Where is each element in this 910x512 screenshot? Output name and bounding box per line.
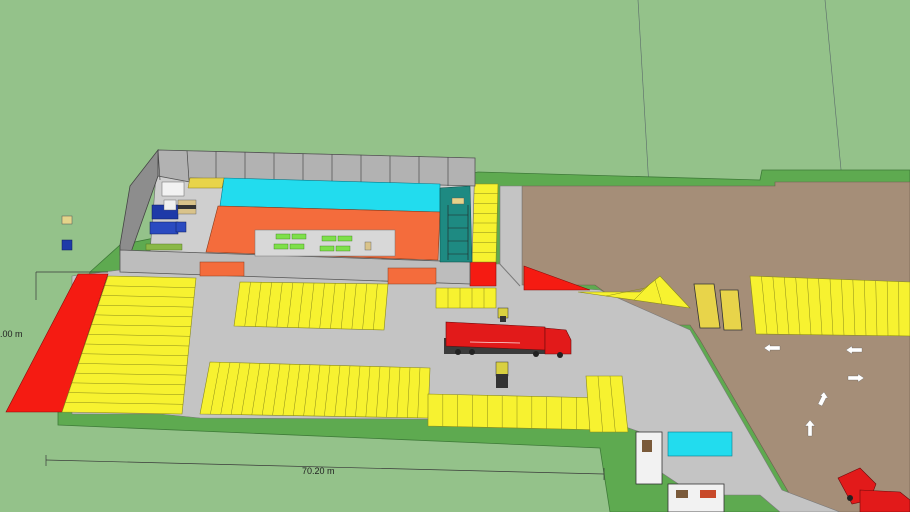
parking-bottom-right [585,375,629,433]
pallet-stack [364,241,372,251]
container-rack-right [719,289,743,331]
teal-rack-block [439,185,473,263]
site-3d-model [5,0,910,512]
parking-strip-small [435,287,497,309]
truck-trailer [445,321,546,351]
dimension-label-horizontal: 70.20 m [302,466,335,476]
forklift-bottom [495,361,509,388]
guard-booth [635,431,663,485]
truck-wheel [533,351,539,357]
blue-bin-icon [61,239,73,251]
rack-pallets [451,197,465,205]
model-viewport[interactable]: 70.20 m .00 m [0,0,910,512]
truck-wheel [469,349,475,355]
warehouse-building [119,148,476,285]
loading-dock-door-right [387,267,437,285]
truck-cab [544,327,572,355]
office-unit [667,483,725,512]
parking-far-right [749,275,910,337]
loading-dock-door-left [199,261,245,277]
truck-wheel [557,352,563,358]
axis-blue [824,0,843,181]
cyan-pad [667,431,733,457]
hazard-zone-center [469,261,497,287]
crate-icon [61,215,73,225]
truck-wheel [455,349,461,355]
dimension-label-vertical: .00 m [0,329,23,339]
yellow-yard-strip [187,177,225,189]
